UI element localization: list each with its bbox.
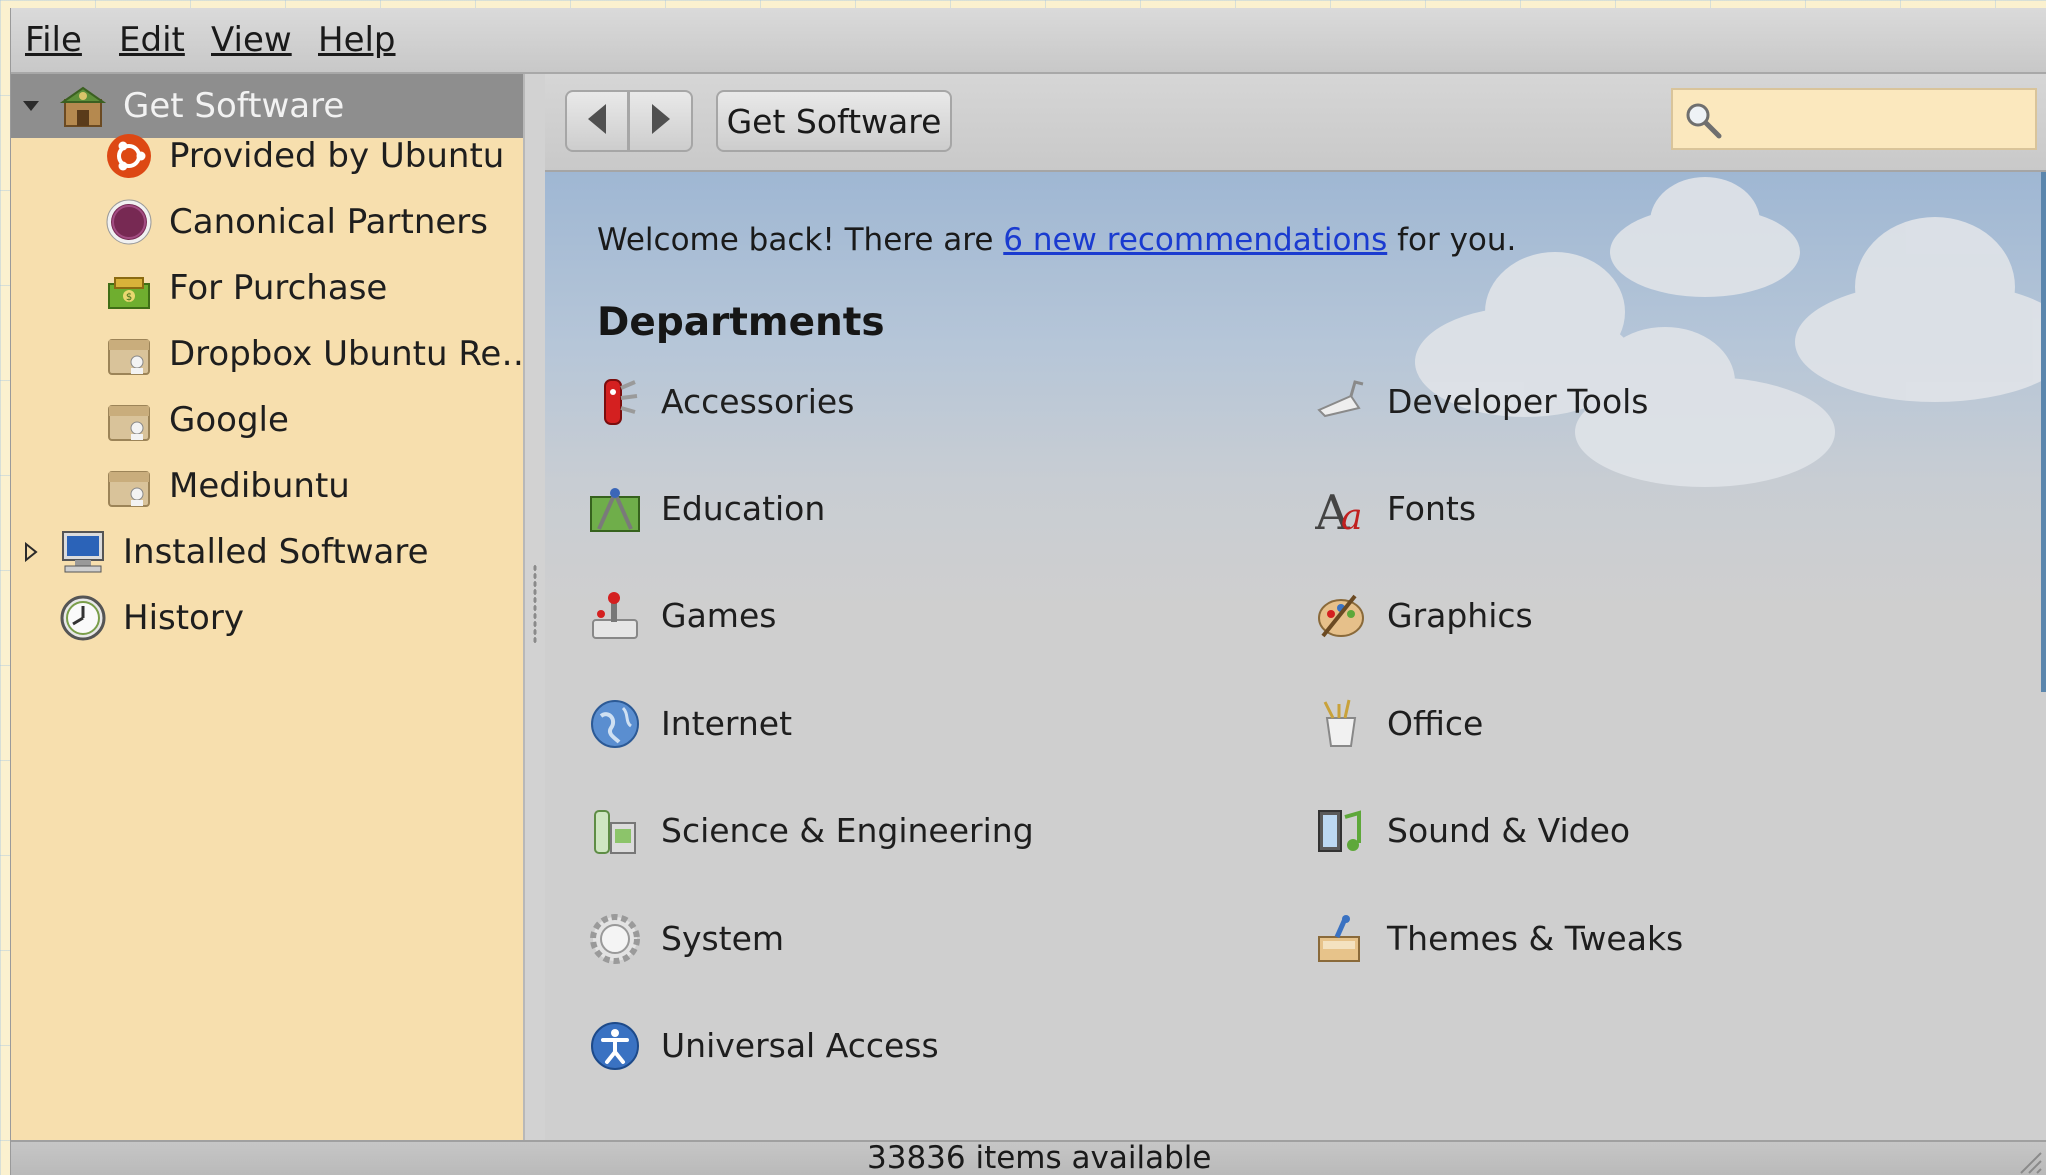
system-icon <box>589 913 641 965</box>
office-icon <box>1315 698 1367 750</box>
department-label: Education <box>661 489 826 528</box>
back-button[interactable] <box>565 90 629 152</box>
sidebar-item-label: Google <box>169 400 289 440</box>
ubuntu-logo-icon <box>105 132 153 180</box>
sound-video-icon <box>1315 805 1367 857</box>
sidebar-item-provided-by-ubuntu[interactable]: Provided by Ubuntu <box>11 124 523 188</box>
recommendations-link[interactable]: 6 new recommendations <box>1003 222 1387 258</box>
games-icon <box>589 590 641 642</box>
software-source-icon <box>105 330 153 378</box>
education-icon <box>589 483 641 535</box>
department-label: System <box>661 919 785 958</box>
sidebar-item-label: History <box>123 598 244 638</box>
sidebar-item-label: Dropbox Ubuntu Re… <box>169 334 536 374</box>
breadcrumb-get-software[interactable]: Get Software <box>716 90 952 152</box>
sidebar-item-label: Medibuntu <box>169 466 350 506</box>
menu-file-label: File <box>25 20 82 60</box>
menu-help[interactable]: Help <box>318 20 396 60</box>
menu-view[interactable]: View <box>211 20 292 60</box>
menu-help-label: Help <box>318 20 396 60</box>
developer-tools-icon <box>1315 376 1367 428</box>
department-label: Fonts <box>1387 489 1477 528</box>
department-label: Themes & Tweaks <box>1387 919 1684 958</box>
sidebar-item-installed-software[interactable]: Installed Software <box>11 520 523 584</box>
themes-tweaks-icon <box>1315 913 1367 965</box>
search-input[interactable] <box>1729 96 2033 144</box>
department-label: Developer Tools <box>1387 382 1649 421</box>
scrollbar[interactable] <box>2041 172 2046 692</box>
department-label: Science & Engineering <box>661 811 1034 850</box>
department-label: Graphics <box>1387 596 1533 635</box>
science-icon <box>589 805 641 857</box>
department-label: Office <box>1387 704 1484 743</box>
menu-file[interactable]: File <box>25 20 82 60</box>
forward-button[interactable] <box>629 90 693 152</box>
sidebar-item-history[interactable]: History <box>11 586 523 650</box>
sidebar-item-label: For Purchase <box>169 268 388 308</box>
departments-heading: Departments <box>597 300 885 345</box>
accessories-icon <box>589 376 641 428</box>
sidebar-item-medibuntu[interactable]: Medibuntu <box>11 454 523 518</box>
history-icon <box>59 594 107 642</box>
back-arrow-icon <box>586 102 608 140</box>
graphics-icon <box>1315 590 1367 642</box>
pane-resize-handle[interactable] <box>525 74 545 1140</box>
department-label: Internet <box>661 704 793 743</box>
toolbar: Get Software <box>545 74 2046 172</box>
fonts-icon: Aa <box>1314 483 1367 541</box>
sidebar-item-label: Provided by Ubuntu <box>169 136 505 176</box>
for-purchase-icon: $ <box>105 264 153 312</box>
sidebar-item-label: Get Software <box>123 86 345 126</box>
department-label: Accessories <box>661 382 855 421</box>
department-label: Universal Access <box>661 1026 939 1065</box>
welcome-message: Welcome back! There are 6 new recommenda… <box>597 222 1516 258</box>
department-label: Sound & Video <box>1387 811 1631 850</box>
forward-arrow-icon <box>650 102 672 140</box>
menu-bar: File Edit View Help <box>11 8 2046 74</box>
get-software-icon <box>59 82 107 130</box>
search-box[interactable] <box>1671 88 2037 150</box>
menu-edit[interactable]: Edit <box>119 20 185 60</box>
main-panel: Get Software Welcome back! There are 6 n… <box>545 74 2046 1140</box>
software-source-icon <box>105 396 153 444</box>
expand-arrow-icon[interactable] <box>19 540 43 564</box>
software-source-icon <box>105 462 153 510</box>
internet-icon <box>589 698 641 750</box>
search-icon <box>1683 100 1723 140</box>
installed-software-icon <box>59 528 107 576</box>
sidebar-item-dropbox[interactable]: Dropbox Ubuntu Re… <box>11 322 535 386</box>
menu-view-label: View <box>211 20 292 60</box>
sidebar-item-for-purchase[interactable]: $ For Purchase <box>11 256 523 320</box>
software-center-window: File Edit View Help Get Software Provide… <box>10 8 2046 1175</box>
universal-access-icon <box>589 1020 641 1072</box>
sidebar-item-google[interactable]: Google <box>11 388 523 452</box>
department-label: Games <box>661 596 777 635</box>
collapse-arrow-icon[interactable] <box>19 94 43 118</box>
items-available-count: 33836 items available <box>867 1140 1212 1175</box>
sidebar: Get Software Provided by Ubuntu Canonica… <box>11 74 535 1140</box>
welcome-text-suffix: for you. <box>1387 222 1517 258</box>
resize-grip-icon[interactable] <box>2013 1145 2043 1175</box>
svg-text:a: a <box>1341 497 1362 535</box>
svg-text:$: $ <box>126 292 132 303</box>
canonical-partners-icon <box>105 198 153 246</box>
sidebar-item-label: Installed Software <box>123 532 429 572</box>
sidebar-item-canonical-partners[interactable]: Canonical Partners <box>11 190 523 254</box>
status-bar: 33836 items available <box>11 1140 2046 1175</box>
menu-edit-label: Edit <box>119 20 185 60</box>
welcome-text: Welcome back! There are <box>597 222 1004 258</box>
sidebar-item-label: Canonical Partners <box>169 202 488 242</box>
content-area: Welcome back! There are 6 new recommenda… <box>545 172 2046 1140</box>
